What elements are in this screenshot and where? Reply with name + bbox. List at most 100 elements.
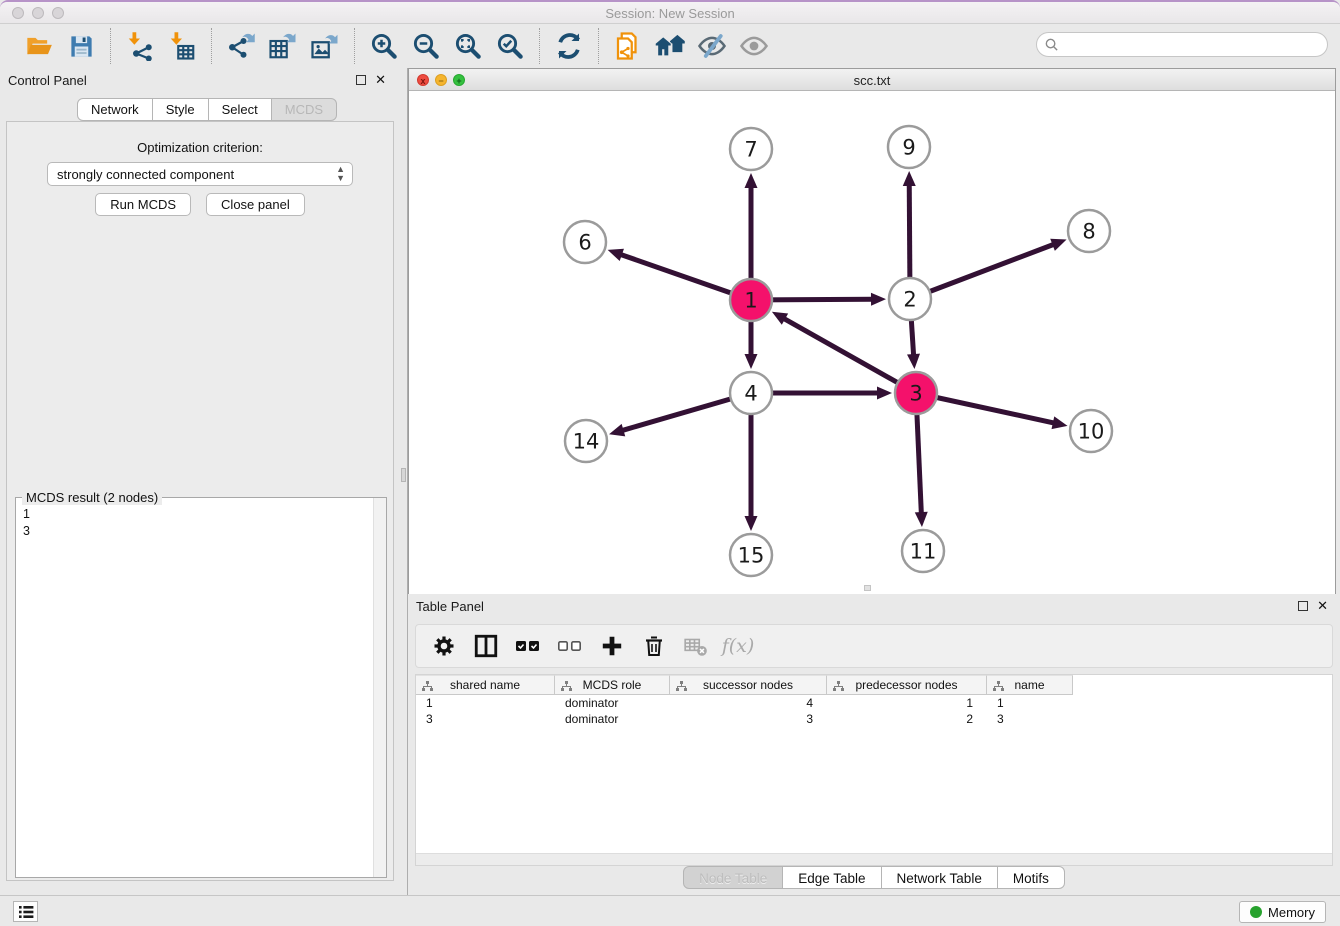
- table-cell[interactable]: 3: [987, 711, 1073, 727]
- task-history-button[interactable]: [13, 901, 38, 922]
- table-cell[interactable]: 3: [416, 711, 555, 727]
- settings-gear-icon[interactable]: [428, 630, 460, 662]
- graph-arrowhead-1-2: [871, 293, 886, 306]
- table-hscrollbar[interactable]: [416, 853, 1332, 865]
- save-session-icon[interactable]: [64, 29, 98, 63]
- svg-text:1: 1: [744, 289, 757, 313]
- delete-column-icon[interactable]: [638, 630, 670, 662]
- svg-text:15: 15: [738, 544, 765, 568]
- add-column-icon[interactable]: [596, 630, 628, 662]
- graph-node-11[interactable]: 11: [902, 530, 944, 572]
- memory-button[interactable]: Memory: [1239, 901, 1326, 923]
- import-network-icon[interactable]: [123, 29, 157, 63]
- tab-mcds[interactable]: MCDS: [272, 98, 337, 121]
- float-panel-icon[interactable]: [356, 75, 366, 85]
- copy-network-icon[interactable]: [611, 29, 645, 63]
- table-cell[interactable]: 3: [670, 711, 827, 727]
- graph-edge-2-8[interactable]: [910, 244, 1054, 299]
- graph-arrowhead-1-6: [608, 249, 624, 261]
- svg-text:9: 9: [902, 136, 915, 160]
- column-header-name[interactable]: name: [987, 675, 1073, 695]
- zoom-fit-icon[interactable]: [451, 29, 485, 63]
- zoom-out-icon[interactable]: [409, 29, 443, 63]
- graph-node-8[interactable]: 8: [1068, 210, 1110, 252]
- close-panel-button[interactable]: Close panel: [206, 193, 305, 216]
- search-input[interactable]: [1036, 32, 1328, 57]
- splitter-handle-icon[interactable]: [401, 468, 406, 482]
- graph-edge-3-1[interactable]: [783, 318, 916, 393]
- mcds-result-line: 1: [23, 506, 373, 523]
- tab-node-table[interactable]: Node Table: [683, 866, 783, 889]
- network-canvas[interactable]: 7 9 6 8 1 2 4 3 14 10 15 11: [409, 91, 1335, 594]
- graph-node-7[interactable]: 7: [730, 128, 772, 170]
- table-cell[interactable]: 4: [670, 695, 827, 711]
- network-resize-handle-icon[interactable]: [864, 585, 871, 591]
- svg-text:3: 3: [909, 382, 922, 406]
- table-cell[interactable]: dominator: [555, 695, 670, 711]
- float-table-panel-icon[interactable]: [1298, 601, 1308, 611]
- tab-network[interactable]: Network: [77, 98, 153, 121]
- select-all-icon[interactable]: [512, 630, 544, 662]
- table-cell[interactable]: dominator: [555, 711, 670, 727]
- export-table-icon[interactable]: [266, 29, 300, 63]
- close-table-panel-icon[interactable]: ✕: [1317, 598, 1328, 614]
- search-icon: [1044, 37, 1059, 57]
- export-image-icon[interactable]: [308, 29, 342, 63]
- table-row[interactable]: 1dominator411: [416, 695, 1332, 711]
- column-header-shared-name[interactable]: shared name: [416, 675, 555, 695]
- table-cell[interactable]: 1: [416, 695, 555, 711]
- optimization-criterion-value: strongly connected component: [57, 167, 234, 182]
- table-panel-title: Table Panel: [416, 599, 484, 614]
- svg-text:2: 2: [903, 288, 916, 312]
- deselect-all-icon[interactable]: [554, 630, 586, 662]
- graph-arrowhead-4-15: [745, 516, 758, 531]
- graph-node-15[interactable]: 15: [730, 534, 772, 576]
- mcds-result-list[interactable]: 13: [16, 506, 373, 540]
- graph-node-2[interactable]: 2: [889, 278, 931, 320]
- table-cell[interactable]: 1: [987, 695, 1073, 711]
- close-panel-icon[interactable]: ✕: [375, 72, 386, 88]
- import-table-icon[interactable]: [165, 29, 199, 63]
- panel-splitter[interactable]: [400, 68, 408, 895]
- tab-motifs[interactable]: Motifs: [998, 866, 1065, 889]
- hide-selected-icon[interactable]: [695, 29, 729, 63]
- open-file-icon[interactable]: [22, 29, 56, 63]
- zoom-in-icon[interactable]: [367, 29, 401, 63]
- table-cell[interactable]: 2: [827, 711, 987, 727]
- svg-text:11: 11: [910, 540, 937, 564]
- graph-node-3[interactable]: 3: [895, 372, 937, 414]
- run-mcds-button[interactable]: Run MCDS: [95, 193, 191, 216]
- table-row[interactable]: 3dominator323: [416, 711, 1332, 727]
- export-network-icon[interactable]: [224, 29, 258, 63]
- graph-node-14[interactable]: 14: [565, 420, 607, 462]
- apply-layout-icon[interactable]: [552, 29, 586, 63]
- network-window-titlebar[interactable]: x − + scc.txt: [409, 69, 1335, 91]
- column-visibility-icon[interactable]: [470, 630, 502, 662]
- tab-style[interactable]: Style: [153, 98, 209, 121]
- column-header-predecessor-nodes[interactable]: predecessor nodes: [827, 675, 987, 695]
- first-neighbors-icon[interactable]: [653, 29, 687, 63]
- graph-node-10[interactable]: 10: [1070, 410, 1112, 452]
- graph-node-6[interactable]: 6: [564, 221, 606, 263]
- zoom-selected-icon[interactable]: [493, 29, 527, 63]
- fx-label: f(x): [722, 635, 755, 657]
- mcds-result-line: 3: [23, 523, 373, 540]
- memory-status-icon: [1250, 906, 1262, 918]
- optimization-criterion-select[interactable]: strongly connected component ▲▼: [47, 162, 353, 186]
- graph-arrowhead-3-11: [915, 512, 928, 527]
- tab-select[interactable]: Select: [209, 98, 272, 121]
- graph-arrowhead-2-3: [907, 354, 920, 369]
- column-header-successor-nodes[interactable]: successor nodes: [670, 675, 827, 695]
- svg-text:10: 10: [1078, 420, 1105, 444]
- tab-edge-table[interactable]: Edge Table: [783, 866, 881, 889]
- table-cell[interactable]: 1: [827, 695, 987, 711]
- result-scrollbar[interactable]: [373, 498, 386, 877]
- graph-node-1[interactable]: 1: [730, 279, 772, 321]
- tab-network-table[interactable]: Network Table: [882, 866, 998, 889]
- network-graph[interactable]: 7 9 6 8 1 2 4 3 14 10 15 11: [409, 91, 1335, 594]
- graph-node-9[interactable]: 9: [888, 126, 930, 168]
- svg-text:8: 8: [1082, 220, 1095, 244]
- column-header-MCDS-role[interactable]: MCDS role: [555, 675, 670, 695]
- graph-node-4[interactable]: 4: [730, 372, 772, 414]
- table-header-row: shared nameMCDS rolesuccessor nodesprede…: [416, 675, 1332, 695]
